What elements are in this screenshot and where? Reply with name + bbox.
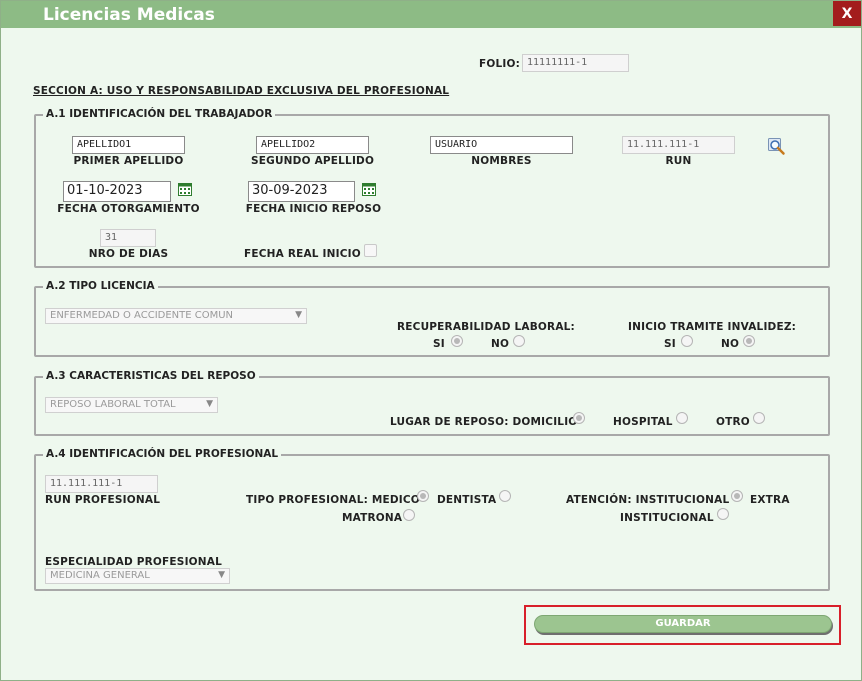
especialidad-label: ESPECIALIDAD PROFESIONAL [45,556,223,568]
tipo-reposo-select[interactable]: REPOSO LABORAL TOTAL ▼ [45,397,218,413]
fecha-inicio-reposo-input[interactable]: 30-09-2023 [248,181,355,202]
primer-apellido-input[interactable]: APELLIDO1 [72,136,185,154]
licencias-dialog: Licencias Medicas X FOLIO: 11111111-1 SE… [0,0,862,681]
tipo-matrona-radio[interactable] [403,509,415,521]
tipo-matrona-label: MATRONA [342,512,403,524]
atencion-extra-radio[interactable] [717,508,729,520]
chevron-down-icon: ▼ [206,399,213,409]
invalidez-no-label: NO [721,338,740,350]
fecha-real-inicio-label: FECHA REAL INICIO [244,248,361,260]
folio-label: FOLIO: [479,58,521,70]
legend-a1: A.1 IDENTIFICACIÓN DEL TRABAJADOR [43,108,276,120]
search-icon[interactable] [768,138,786,156]
invalidez-si-radio[interactable] [681,335,693,347]
section-a-title: SECCION A: USO Y RESPONSABILIDAD EXCLUSI… [33,85,450,97]
folio-field[interactable]: 11111111-1 [522,54,629,72]
recuperabilidad-no-radio[interactable] [513,335,525,347]
segundo-apellido-label: SEGUNDO APELLIDO [251,155,375,167]
lugar-reposo-label: LUGAR DE REPOSO: DOMICILIO [390,416,578,428]
lugar-domicilio-radio[interactable] [573,412,585,424]
fecha-inicio-reposo-label: FECHA INICIO REPOSO [245,203,382,215]
save-highlight: GUARDAR [524,605,841,645]
tipo-dentista-label: DENTISTA [437,494,497,506]
recuperabilidad-label: RECUPERABILIDAD LABORAL: [397,321,575,333]
run-profesional-label: RUN PROFESIONAL [45,494,161,506]
especialidad-select[interactable]: MEDICINA GENERAL ▼ [45,568,230,584]
save-button[interactable]: GUARDAR [534,615,832,633]
tipo-reposo-value: REPOSO LABORAL TOTAL [50,399,176,410]
tipo-profesional-label: TIPO PROFESIONAL: MEDICO [246,494,420,506]
atencion-extra-label: EXTRA [750,494,790,506]
nombres-input[interactable]: USUARIO [430,136,573,154]
close-button[interactable]: X [833,1,861,26]
especialidad-value: MEDICINA GENERAL [50,570,150,581]
fecha-otorgamiento-input[interactable]: 01-10-2023 [63,181,171,202]
recuperabilidad-si-radio[interactable] [451,335,463,347]
close-icon: X [841,5,853,22]
legend-a2: A.2 TIPO LICENCIA [43,280,158,292]
invalidez-si-label: SI [664,338,676,350]
primer-apellido-label: PRIMER APELLIDO [73,155,184,167]
nombres-label: NOMBRES [471,155,532,167]
tipo-medico-radio[interactable] [417,490,429,502]
recuperabilidad-si-label: SI [433,338,445,350]
invalidez-label: INICIO TRAMITE INVALIDEZ: [628,321,797,333]
atencion-extra2-label: INSTITUCIONAL [620,512,714,524]
nro-dias-label: NRO DE DIAS [88,248,169,260]
chevron-down-icon: ▼ [218,570,225,580]
invalidez-no-radio[interactable] [743,335,755,347]
title-bar: Licencias Medicas X [1,1,861,28]
chevron-down-icon: ▼ [295,310,302,320]
run-input[interactable]: 11.111.111-1 [622,136,735,154]
recuperabilidad-no-label: NO [491,338,510,350]
lugar-otro-label: OTRO [716,416,750,428]
legend-a3: A.3 CARACTERISTICAS DEL REPOSO [43,370,259,382]
fecha-otorgamiento-label: FECHA OTORGAMIENTO [57,203,200,215]
nro-dias-input[interactable]: 31 [100,229,156,247]
tipo-licencia-value: ENFERMEDAD O ACCIDENTE COMUN [50,310,234,321]
segundo-apellido-input[interactable]: APELLIDO2 [256,136,369,154]
fecha-real-inicio-checkbox[interactable] [364,244,377,257]
lugar-hospital-label: HOSPITAL [613,416,673,428]
tipo-licencia-select[interactable]: ENFERMEDAD O ACCIDENTE COMUN ▼ [45,308,307,324]
atencion-label: ATENCIÓN: INSTITUCIONAL [566,494,730,506]
legend-a4: A.4 IDENTIFICACIÓN DEL PROFESIONAL [43,448,282,460]
lugar-hospital-radio[interactable] [676,412,688,424]
atencion-institucional-radio[interactable] [731,490,743,502]
run-label: RUN [665,155,692,167]
dialog-title: Licencias Medicas [43,5,215,25]
run-profesional-input[interactable]: 11.111.111-1 [45,475,158,493]
calendar-icon[interactable] [362,183,376,196]
lugar-otro-radio[interactable] [753,412,765,424]
tipo-dentista-radio[interactable] [499,490,511,502]
calendar-icon[interactable] [178,183,192,196]
